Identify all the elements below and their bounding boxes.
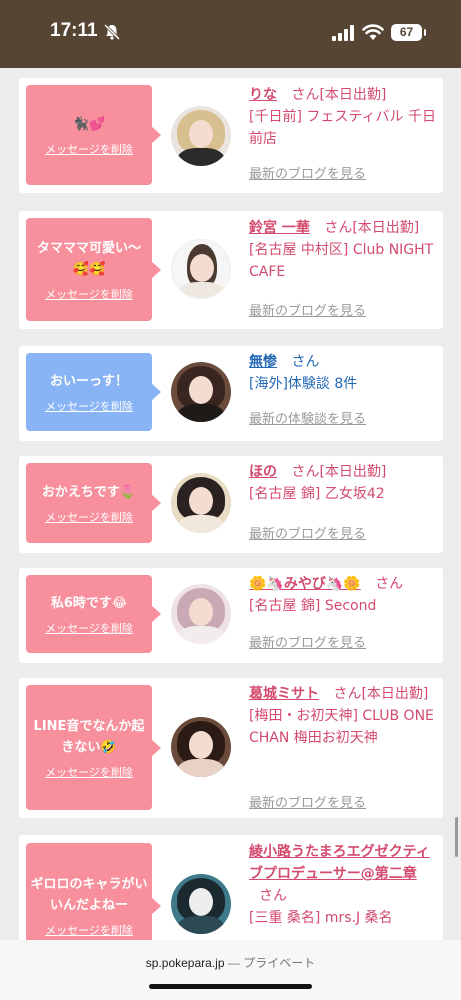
cellular-signal-icon <box>332 25 354 41</box>
poster-name-link[interactable]: 綾小路うたまろエグゼクティブプロデューサー@第二章 <box>249 844 430 882</box>
shop-label: [名古屋 錦] 乙女坂42 <box>249 486 385 502</box>
shop-label: [三重 桑名] mrs.J 桑名 <box>249 910 393 926</box>
honorific: さん <box>259 888 287 904</box>
delete-message-link[interactable]: メッセージを削除 <box>45 509 133 525</box>
bell-muted-icon <box>103 23 121 41</box>
battery-indicator: 67 <box>391 24 426 41</box>
message-card: タマママ可愛い〜🥰🥰 メッセージを削除 鈴宮 一華 さん[本日出勤] [名古屋 … <box>19 211 443 329</box>
shop-label: [名古屋 錦] Second <box>249 598 377 614</box>
latest-blog-link[interactable]: 最新のブログを見る <box>249 793 366 815</box>
scrollbar[interactable] <box>455 817 458 857</box>
message-text: おいーっす！ <box>49 373 128 389</box>
poster-info: 無惨 さん [海外]体験談 8件 最新の体験談を見る <box>249 351 439 436</box>
status-time: 17:11 <box>50 20 98 41</box>
delete-message-link[interactable]: メッセージを削除 <box>45 398 133 414</box>
honorific: さん <box>291 464 320 480</box>
avatar[interactable] <box>171 874 231 934</box>
delete-message-link[interactable]: メッセージを削除 <box>45 141 133 157</box>
message-bubble: おいーっす！ メッセージを削除 <box>26 353 161 431</box>
poster-info: 🌼🦄みやび🦄🌼 さん [名古屋 錦] Second 最新のブログを見る <box>249 573 439 658</box>
url-separator: — <box>227 956 240 970</box>
poster-info: 鈴宮 一華 さん[本日出勤] [名古屋 中村区] Club NIGHT CAFE… <box>249 217 439 325</box>
wifi-icon <box>362 24 384 40</box>
avatar[interactable] <box>171 473 231 533</box>
poster-name-link[interactable]: りな <box>249 87 277 103</box>
latest-review-link[interactable]: 最新の体験談を見る <box>249 409 366 431</box>
message-bubble: おかえちです🌷 メッセージを削除 <box>26 463 161 543</box>
status-bar: 17:11 67 <box>0 0 461 68</box>
poster-info: ほの さん[本日出勤] [名古屋 錦] 乙女坂42 最新のブログを見る <box>249 461 439 549</box>
working-today-badge: [本日出勤] <box>319 464 387 480</box>
message-card: LINE音でなんか起きない🤣 メッセージを削除 葛城ミサト さん[本日出勤] [… <box>19 678 443 818</box>
message-bubble: 私6時です😂 メッセージを削除 <box>26 575 161 653</box>
avatar[interactable] <box>171 106 231 166</box>
latest-blog-link[interactable]: 最新のブログを見る <box>249 301 366 323</box>
message-text: 🐈‍⬛💕 <box>72 116 106 132</box>
poster-name-link[interactable]: 無惨 <box>249 354 277 370</box>
url-text: sp.pokepara.jp <box>145 956 225 970</box>
address-bar[interactable]: sp.pokepara.jp — プライベート <box>0 954 461 971</box>
message-bubble: 🐈‍⬛💕 メッセージを削除 <box>26 85 161 185</box>
honorific: さん <box>375 576 404 592</box>
shop-label: [千日前] フェスティバル 千日前店 <box>249 109 436 147</box>
poster-info: 綾小路うたまろエグゼクティブプロデューサー@第二章 さん [三重 桑名] mrs… <box>249 841 439 940</box>
message-card: おかえちです🌷 メッセージを削除 ほの さん[本日出勤] [名古屋 錦] 乙女坂… <box>19 456 443 553</box>
browser-bottom-bar: sp.pokepara.jp — プライベート <box>0 940 461 1000</box>
message-card: おいーっす！ メッセージを削除 無惨 さん [海外]体験談 8件 最新の体験談を… <box>19 346 443 441</box>
working-today-badge: [本日出勤] <box>361 686 429 702</box>
message-bubble: LINE音でなんか起きない🤣 メッセージを削除 <box>26 685 161 810</box>
private-mode-label: プライベート <box>243 956 316 970</box>
shop-label: [名古屋 中村区] Club NIGHT CAFE <box>249 242 434 280</box>
message-card: 🐈‍⬛💕 メッセージを削除 りな さん[本日出勤] [千日前] フェスティバル … <box>19 78 443 193</box>
message-text: 私6時です😂 <box>50 595 128 611</box>
working-today-badge: [本日出勤] <box>352 220 420 236</box>
message-bubble: タマママ可愛い〜🥰🥰 メッセージを削除 <box>26 218 161 321</box>
avatar[interactable] <box>171 239 231 299</box>
poster-name-link[interactable]: 🌼🦄みやび🦄🌼 <box>249 576 361 592</box>
avatar[interactable] <box>171 717 231 777</box>
delete-message-link[interactable]: メッセージを削除 <box>45 620 133 636</box>
message-card: ギロロのキャラがいいんだよねー メッセージを削除 綾小路うたまろエグゼクティブプ… <box>19 835 443 940</box>
message-bubble: ギロロのキャラがいいんだよねー メッセージを削除 <box>26 843 161 940</box>
poster-info: 葛城ミサト さん[本日出勤] [梅田・お初天神] CLUB ONE CHAN 梅… <box>249 683 439 813</box>
delete-message-link[interactable]: メッセージを削除 <box>45 286 133 302</box>
avatar[interactable] <box>171 362 231 422</box>
message-text: LINE音でなんか起きない🤣 <box>33 718 145 755</box>
delete-message-link[interactable]: メッセージを削除 <box>45 764 133 780</box>
honorific: さん <box>291 87 320 103</box>
message-text: おかえちです🌷 <box>41 484 137 500</box>
message-card: 私6時です😂 メッセージを削除 🌼🦄みやび🦄🌼 さん [名古屋 錦] Secon… <box>19 568 443 663</box>
message-text: ギロロのキャラがいいんだよねー <box>30 876 148 913</box>
message-feed[interactable]: 🐈‍⬛💕 メッセージを削除 りな さん[本日出勤] [千日前] フェスティバル … <box>0 68 461 940</box>
delete-message-link[interactable]: メッセージを削除 <box>45 922 133 938</box>
poster-info: りな さん[本日出勤] [千日前] フェスティバル 千日前店 最新のブログを見る <box>249 84 439 189</box>
shop-label: [梅田・お初天神] CLUB ONE CHAN 梅田お初天神 <box>249 708 434 746</box>
home-indicator[interactable] <box>149 984 312 989</box>
shop-label: [海外]体験談 8件 <box>249 376 358 392</box>
honorific: さん <box>333 686 362 702</box>
latest-blog-link[interactable]: 最新のブログを見る <box>249 633 366 655</box>
working-today-badge: [本日出勤] <box>319 87 387 103</box>
poster-name-link[interactable]: ほの <box>249 464 277 480</box>
latest-blog-link[interactable]: 最新のブログを見る <box>249 164 366 186</box>
poster-name-link[interactable]: 鈴宮 一華 <box>249 220 310 236</box>
avatar[interactable] <box>171 584 231 644</box>
message-text: タマママ可愛い〜🥰🥰 <box>36 240 141 277</box>
honorific: さん <box>291 354 320 370</box>
latest-blog-link[interactable]: 最新のブログを見る <box>249 524 366 546</box>
poster-name-link[interactable]: 葛城ミサト <box>249 686 319 702</box>
honorific: さん <box>324 220 353 236</box>
